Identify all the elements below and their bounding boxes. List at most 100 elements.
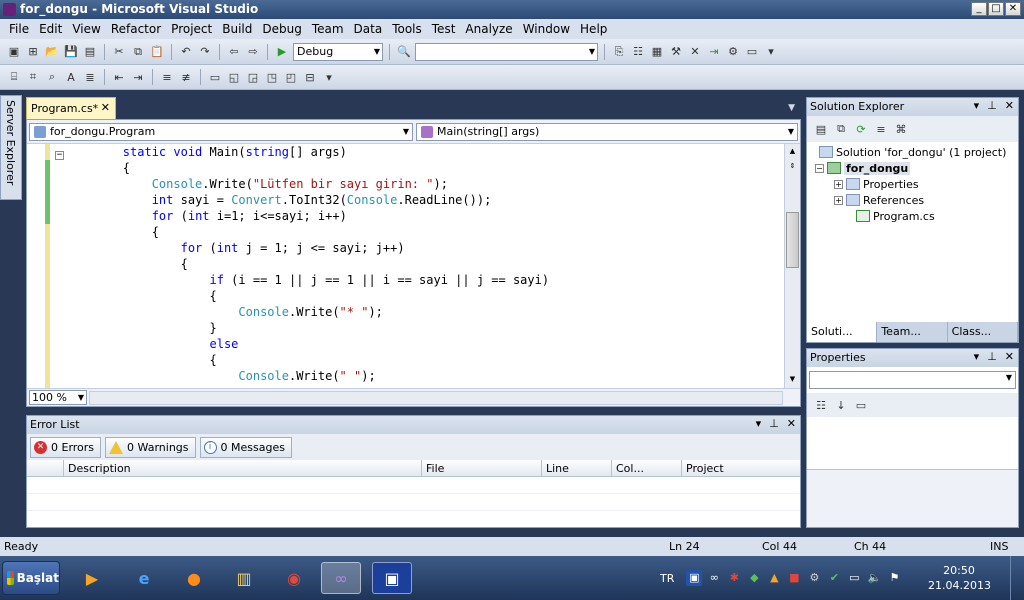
code-line[interactable]: static void Main(string[] args) (65, 144, 347, 160)
errors-filter-button[interactable]: ✕ 0 Errors (30, 436, 102, 458)
cut-icon[interactable]: ✂ (111, 44, 127, 60)
tab-solution-explorer[interactable]: Soluti... (807, 322, 878, 342)
code-line[interactable]: Console.Write(" "); (65, 368, 375, 384)
members-combo[interactable]: Main(string[] args) ▼ (416, 123, 798, 141)
column-line[interactable]: Line (541, 460, 611, 477)
menu-tools[interactable]: Tools (387, 22, 427, 36)
new-project-icon[interactable]: ▣ (6, 44, 22, 60)
visual-studio-taskbar-icon[interactable]: ∞ (321, 562, 361, 594)
action-center-flag-icon[interactable]: ⚑ (886, 570, 902, 586)
code-line[interactable]: { (65, 352, 217, 368)
window-position-icon[interactable]: ▾ (974, 350, 980, 363)
menu-data[interactable]: Data (349, 22, 388, 36)
language-indicator[interactable]: TR (660, 572, 674, 585)
close-icon[interactable]: ✕ (1005, 350, 1014, 363)
class-view-icon[interactable]: ✕ (687, 44, 703, 60)
tray-tools-icon[interactable]: ⚙ (806, 570, 822, 586)
internet-explorer-icon[interactable]: e (124, 562, 164, 594)
start-page-icon[interactable]: ⇥ (706, 44, 722, 60)
menu-analyze[interactable]: Analyze (460, 22, 517, 36)
open-folder-icon[interactable]: 📂 (44, 44, 60, 60)
command-window-icon[interactable]: ▭ (744, 44, 760, 60)
menu-build[interactable]: Build (217, 22, 257, 36)
close-window-button[interactable]: ✕ (1005, 2, 1021, 16)
menu-refactor[interactable]: Refactor (106, 22, 166, 36)
toolbox-icon[interactable]: ⚒ (668, 44, 684, 60)
properties-window-icon[interactable]: ☷ (630, 44, 646, 60)
find-combo[interactable]: ▼ (415, 42, 598, 61)
chrome-icon[interactable]: ◉ (274, 562, 314, 594)
show-desktop-button[interactable] (1010, 556, 1024, 600)
menu-test[interactable]: Test (427, 22, 461, 36)
next-bookmark-icon[interactable]: ◲ (245, 69, 261, 85)
solution-explorer-icon[interactable]: ⎘ (611, 44, 627, 60)
column-col[interactable]: Col... (611, 460, 681, 477)
code-area[interactable]: − static void Main(string[] args) { Cons… (27, 144, 784, 388)
navigate-forward-icon[interactable]: ⇨ (245, 44, 261, 60)
tray-antivirus-icon[interactable]: ✔ (826, 570, 842, 586)
code-line[interactable]: } (65, 320, 217, 336)
save-icon[interactable]: 💾 (63, 44, 79, 60)
scroll-up-icon[interactable]: ▲ (786, 145, 799, 158)
undo-icon[interactable]: ↶ (178, 44, 194, 60)
extension-manager-icon[interactable]: ⚙ (725, 44, 741, 60)
messages-filter-button[interactable]: i 0 Messages (199, 436, 292, 458)
pin-icon[interactable]: ⊥ (769, 417, 779, 430)
code-line[interactable]: { (65, 288, 217, 304)
complete-word-icon[interactable]: A (63, 69, 79, 85)
code-line[interactable]: for (int j = 1; j <= sayi; j++) (65, 240, 405, 256)
volume-icon[interactable]: 🔈 (866, 570, 882, 586)
tab-team-explorer[interactable]: Team... (877, 322, 948, 342)
media-player-icon[interactable]: ▶ (72, 562, 112, 594)
copy-icon[interactable]: ⧉ (130, 44, 146, 60)
parameter-info-icon[interactable]: ⌗ (25, 69, 41, 85)
tray-link-icon[interactable]: ∞ (706, 570, 722, 586)
tray-torrent-icon[interactable]: ◆ (746, 570, 762, 586)
quick-info-icon[interactable]: ⌕ (44, 69, 60, 85)
alphabetical-icon[interactable]: ↓ (833, 397, 849, 413)
window-position-icon[interactable]: ▾ (974, 99, 980, 112)
property-pages-icon[interactable]: ▭ (853, 397, 869, 413)
refresh-icon[interactable]: ⟳ (853, 121, 869, 137)
clock[interactable]: 20:50 21.04.2013 (928, 563, 991, 593)
solution-node[interactable]: Solution 'for_dongu' (1 project) (819, 144, 1006, 160)
scroll-down-icon[interactable]: ▼ (786, 373, 799, 386)
increase-indent-icon[interactable]: ⇥ (130, 69, 146, 85)
close-icon[interactable]: ✕ (1005, 99, 1014, 112)
zoom-combo[interactable]: 100 % ▼ (29, 390, 87, 405)
code-line[interactable]: else (65, 336, 239, 352)
maximize-button[interactable]: □ (988, 2, 1004, 16)
add-item-icon[interactable]: ⊞ (25, 44, 41, 60)
code-line[interactable]: { (65, 256, 188, 272)
start-button[interactable]: Başlat (2, 561, 60, 595)
menu-project[interactable]: Project (166, 22, 217, 36)
active-files-dropdown-icon[interactable]: ▼ (788, 103, 795, 113)
tab-program-cs[interactable]: Program.cs* ✕ (26, 97, 116, 119)
code-line[interactable]: if (i == 1 || j == 1 || i == sayi || j =… (65, 272, 550, 288)
tray-app-icon[interactable]: ▣ (686, 570, 703, 586)
navigate-back-icon[interactable]: ⇦ (226, 44, 242, 60)
scroll-thumb[interactable] (786, 212, 799, 268)
object-members-icon[interactable]: ⌸ (6, 69, 22, 85)
next-bookmark-folder-icon[interactable]: ◰ (283, 69, 299, 85)
code-line[interactable]: for (int i=1; i<=sayi; i++) (65, 208, 347, 224)
code-editor[interactable]: for_dongu.Program ▼ Main(string[] args) … (26, 119, 801, 407)
find-in-files-icon[interactable]: 🔍 (396, 44, 412, 60)
expand-icon[interactable]: + (834, 179, 843, 189)
properties-object-combo[interactable]: ▼ (809, 371, 1016, 389)
window-position-icon[interactable]: ▾ (756, 417, 762, 430)
expand-icon[interactable]: + (834, 195, 843, 205)
code-line[interactable]: { (65, 160, 130, 176)
code-line[interactable]: Console.Write("Lütfen bir sayı girin: ")… (65, 176, 448, 192)
menu-view[interactable]: View (67, 22, 105, 36)
column-file[interactable]: File (421, 460, 541, 477)
app-taskbar-icon[interactable]: ▣ (372, 562, 412, 594)
decrease-indent-icon[interactable]: ⇤ (111, 69, 127, 85)
menu-edit[interactable]: Edit (34, 22, 67, 36)
tray-network-icon[interactable]: ✱ (726, 570, 742, 586)
close-icon[interactable]: ✕ (787, 417, 796, 430)
code-line[interactable]: { (65, 224, 159, 240)
code-line[interactable]: int sayi = Convert.ToInt32(Console.ReadL… (65, 192, 492, 208)
menu-team[interactable]: Team (307, 22, 349, 36)
warnings-filter-button[interactable]: 0 Warnings (105, 436, 196, 458)
